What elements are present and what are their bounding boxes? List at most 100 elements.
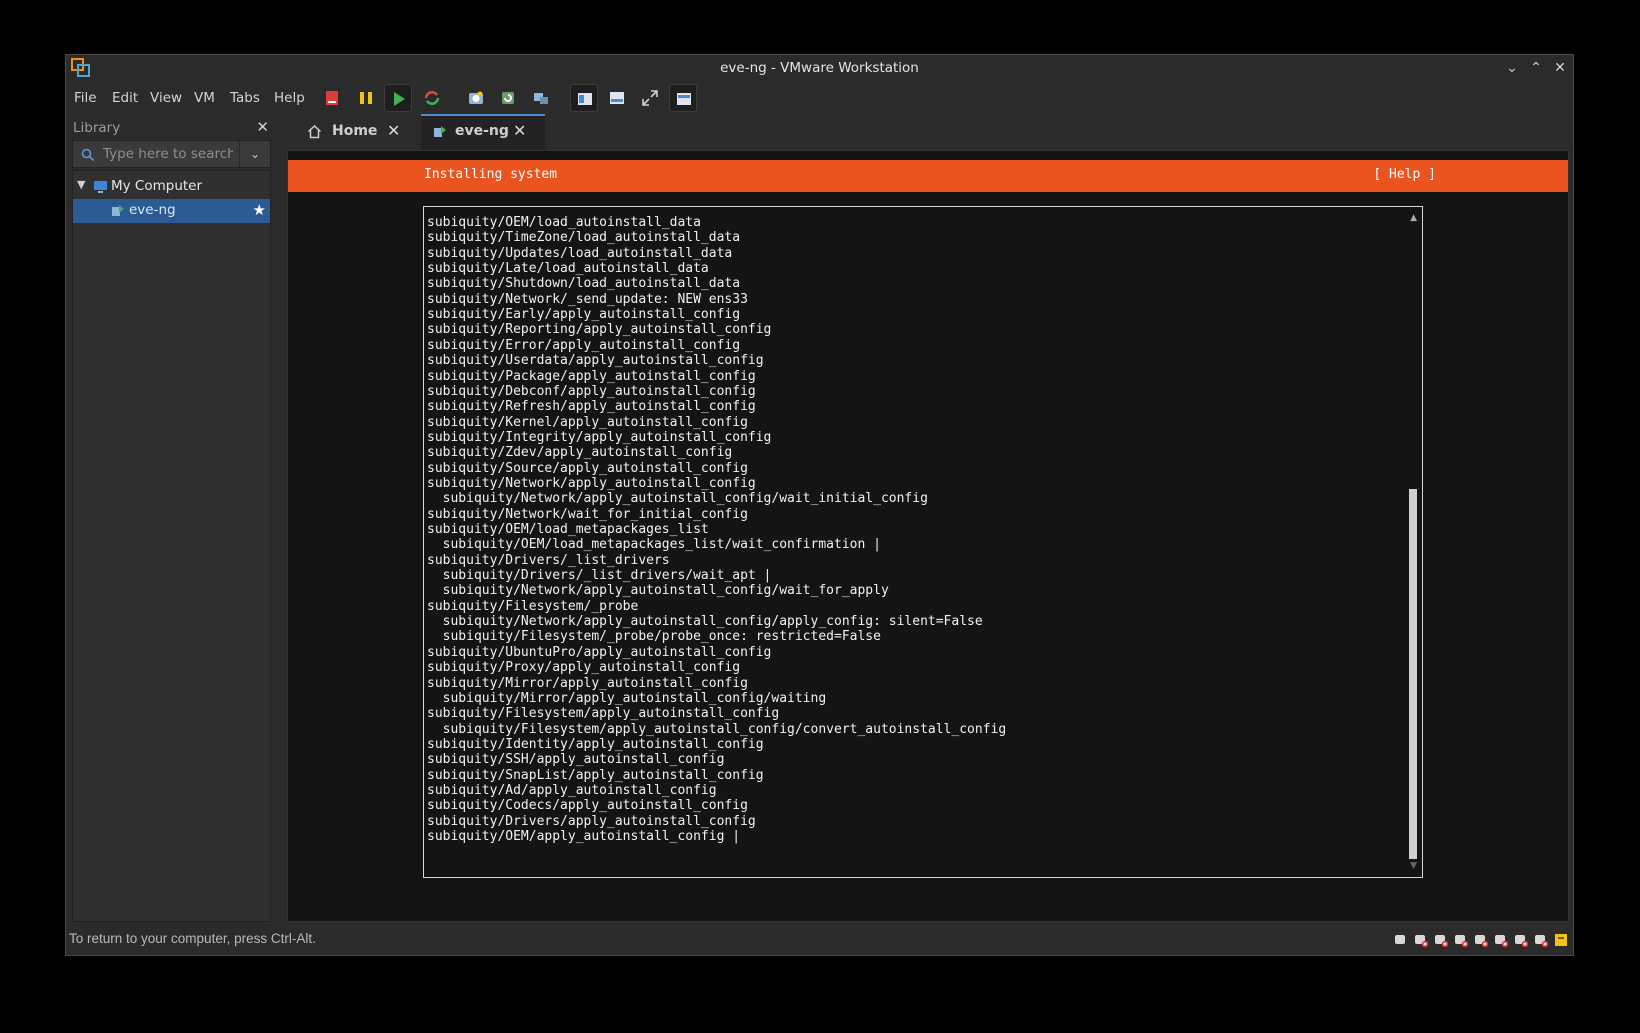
maximize-icon[interactable]: ⌃ [1527, 59, 1545, 77]
menu-file[interactable]: File [74, 90, 97, 106]
menu-vm[interactable]: VM [194, 90, 215, 106]
tab-bar: Home ✕ eve-ng ✕ [287, 114, 1570, 150]
usb-controller-icon[interactable] [1453, 932, 1469, 948]
search-input[interactable] [103, 145, 233, 163]
log-line: subiquity/Integrity/apply_autoinstall_co… [427, 429, 772, 445]
tab-eve-ng[interactable]: eve-ng ✕ [421, 114, 545, 150]
log-line: subiquity/Drivers/apply_autoinstall_conf… [427, 813, 756, 829]
favorite-star-icon[interactable]: ★ [253, 201, 266, 219]
log-line: subiquity/OEM/load_metapackages_list/wai… [427, 537, 881, 553]
menu-edit[interactable]: Edit [112, 90, 138, 106]
log-line: subiquity/OEM/load_autoinstall_data [427, 215, 701, 230]
log-line: subiquity/Error/apply_autoinstall_config [427, 337, 741, 353]
power-on-icon[interactable] [384, 84, 412, 112]
tab-eve-ng-label: eve-ng [455, 123, 509, 139]
tree-label-eve-ng: eve-ng [129, 202, 176, 218]
scroll-down-arrow-icon[interactable]: ▼ [1410, 861, 1417, 871]
log-line: subiquity/Drivers/_list_drivers/wait_apt… [427, 568, 772, 584]
tree-item-eve-ng[interactable]: eve-ng ★ [73, 199, 270, 223]
library-panel: Library ✕ ⌄ ▼ My Computer eve-ng ★ [72, 114, 271, 922]
console-view-icon[interactable] [669, 84, 697, 112]
log-line: subiquity/Mirror/apply_autoinstall_confi… [427, 690, 827, 706]
log-line: subiquity/Filesystem/apply_autoinstall_c… [427, 721, 1007, 737]
log-line: subiquity/Network/apply_autoinstall_conf… [427, 475, 756, 491]
restart-icon[interactable] [418, 84, 446, 112]
install-log: subiquity/OEM/load_autoinstall_data subiq… [423, 206, 1423, 878]
usb-device-icon[interactable] [1533, 932, 1549, 948]
home-icon [307, 124, 322, 143]
vm-icon [433, 124, 447, 143]
installer-title: Installing system [424, 167, 558, 182]
scroll-up-arrow-icon[interactable]: ▲ [1410, 213, 1417, 223]
vm-console[interactable]: Installing system [ Help ] subiquity/OEM… [287, 150, 1569, 922]
minimize-icon[interactable]: ⌄ [1503, 59, 1521, 77]
log-line: subiquity/Mirror/apply_autoinstall_confi… [427, 675, 748, 691]
vm-icon [111, 203, 125, 222]
menu-view[interactable]: View [150, 90, 182, 106]
sound-card-icon[interactable] [1473, 932, 1489, 948]
tab-eve-ng-close-icon[interactable]: ✕ [513, 121, 526, 140]
log-line: subiquity/Filesystem/apply_autoinstall_c… [427, 706, 780, 722]
display-icon[interactable] [1513, 932, 1529, 948]
log-line: subiquity/SnapList/apply_autoinstall_con… [427, 767, 764, 783]
log-line: subiquity/Userdata/apply_autoinstall_con… [427, 353, 764, 369]
log-line: subiquity/Network/apply_autoinstall_conf… [427, 491, 928, 507]
library-close-icon[interactable]: ✕ [256, 118, 269, 136]
log-line: subiquity/Package/apply_autoinstall_conf… [427, 368, 756, 384]
status-message: To return to your computer, press Ctrl-A… [69, 931, 316, 946]
log-line: subiquity/Filesystem/_probe [427, 598, 639, 614]
log-line: subiquity/Network/apply_autoinstall_conf… [427, 583, 889, 599]
expand-chevron-icon[interactable]: ▼ [77, 178, 85, 191]
log-line: subiquity/Refresh/apply_autoinstall_conf… [427, 399, 756, 415]
log-line: subiquity/Proxy/apply_autoinstall_config [427, 660, 741, 676]
status-bar: To return to your computer, press Ctrl-A… [66, 925, 1573, 955]
vm-tree: ▼ My Computer eve-ng ★ [72, 170, 271, 922]
power-off-icon[interactable] [318, 84, 346, 112]
cd-dvd-icon[interactable] [1413, 932, 1429, 948]
installer-header: Installing system [ Help ] [288, 160, 1568, 192]
log-line: subiquity/Source/apply_autoinstall_confi… [427, 460, 748, 476]
library-title: Library [73, 120, 121, 136]
log-line: subiquity/Filesystem/_probe/probe_once: … [427, 629, 881, 645]
computer-icon [93, 179, 108, 198]
printer-icon[interactable] [1493, 932, 1509, 948]
close-window-icon[interactable]: ✕ [1551, 59, 1569, 77]
search-dropdown-chevron-icon[interactable]: ⌄ [239, 141, 270, 167]
log-line: subiquity/SSH/apply_autoinstall_config [427, 752, 725, 768]
title-bar: eve-ng - VMware Workstation ⌄ ⌃ ✕ [66, 55, 1573, 82]
menu-help[interactable]: Help [274, 90, 305, 106]
suspend-icon[interactable] [352, 84, 380, 112]
log-line: subiquity/TimeZone/load_autoinstall_data [427, 230, 741, 246]
snapshot-icon[interactable] [462, 84, 490, 112]
hard-disk-icon[interactable] [1393, 932, 1409, 948]
installer-help-button[interactable]: [ Help ] [1373, 167, 1436, 182]
log-scroll-thumb[interactable] [1409, 489, 1417, 859]
menu-tabs[interactable]: Tabs [230, 90, 260, 106]
log-line: subiquity/Updates/load_autoinstall_data [427, 245, 733, 261]
network-adapter-icon[interactable] [1433, 932, 1449, 948]
search-icon [81, 147, 95, 166]
tab-home-close-icon[interactable]: ✕ [387, 121, 400, 140]
log-line: subiquity/Identity/apply_autoinstall_con… [427, 736, 764, 752]
thumbnail-bar-icon[interactable] [603, 84, 631, 112]
log-line: subiquity/Shutdown/load_autoinstall_data [427, 276, 741, 292]
tab-home[interactable]: Home ✕ [287, 114, 415, 150]
log-scrollbar[interactable] [1409, 229, 1417, 859]
log-line: subiquity/Drivers/_list_drivers [427, 552, 670, 568]
full-screen-icon[interactable] [636, 84, 664, 112]
log-line: subiquity/Network/_send_update: NEW ens3… [427, 291, 748, 307]
tree-item-my-computer[interactable]: ▼ My Computer [73, 175, 270, 199]
log-line: subiquity/OEM/apply_autoinstall_config | [427, 829, 741, 844]
snapshot-manager-icon[interactable] [527, 84, 555, 112]
tab-home-label: Home [332, 123, 378, 139]
revert-snapshot-icon[interactable] [494, 84, 522, 112]
vmware-window: eve-ng - VMware Workstation ⌄ ⌃ ✕ File E… [65, 54, 1574, 956]
log-line: subiquity/Zdev/apply_autoinstall_config [427, 445, 733, 461]
menu-bar: File Edit View VM Tabs Help [66, 82, 1573, 114]
library-view-icon[interactable] [570, 84, 598, 112]
library-search: ⌄ [72, 140, 271, 168]
message-log-icon[interactable] [1553, 932, 1569, 948]
log-line: subiquity/Network/wait_for_initial_confi… [427, 506, 748, 522]
log-line: subiquity/Codecs/apply_autoinstall_confi… [427, 798, 748, 814]
log-line: subiquity/Ad/apply_autoinstall_config [427, 782, 717, 798]
